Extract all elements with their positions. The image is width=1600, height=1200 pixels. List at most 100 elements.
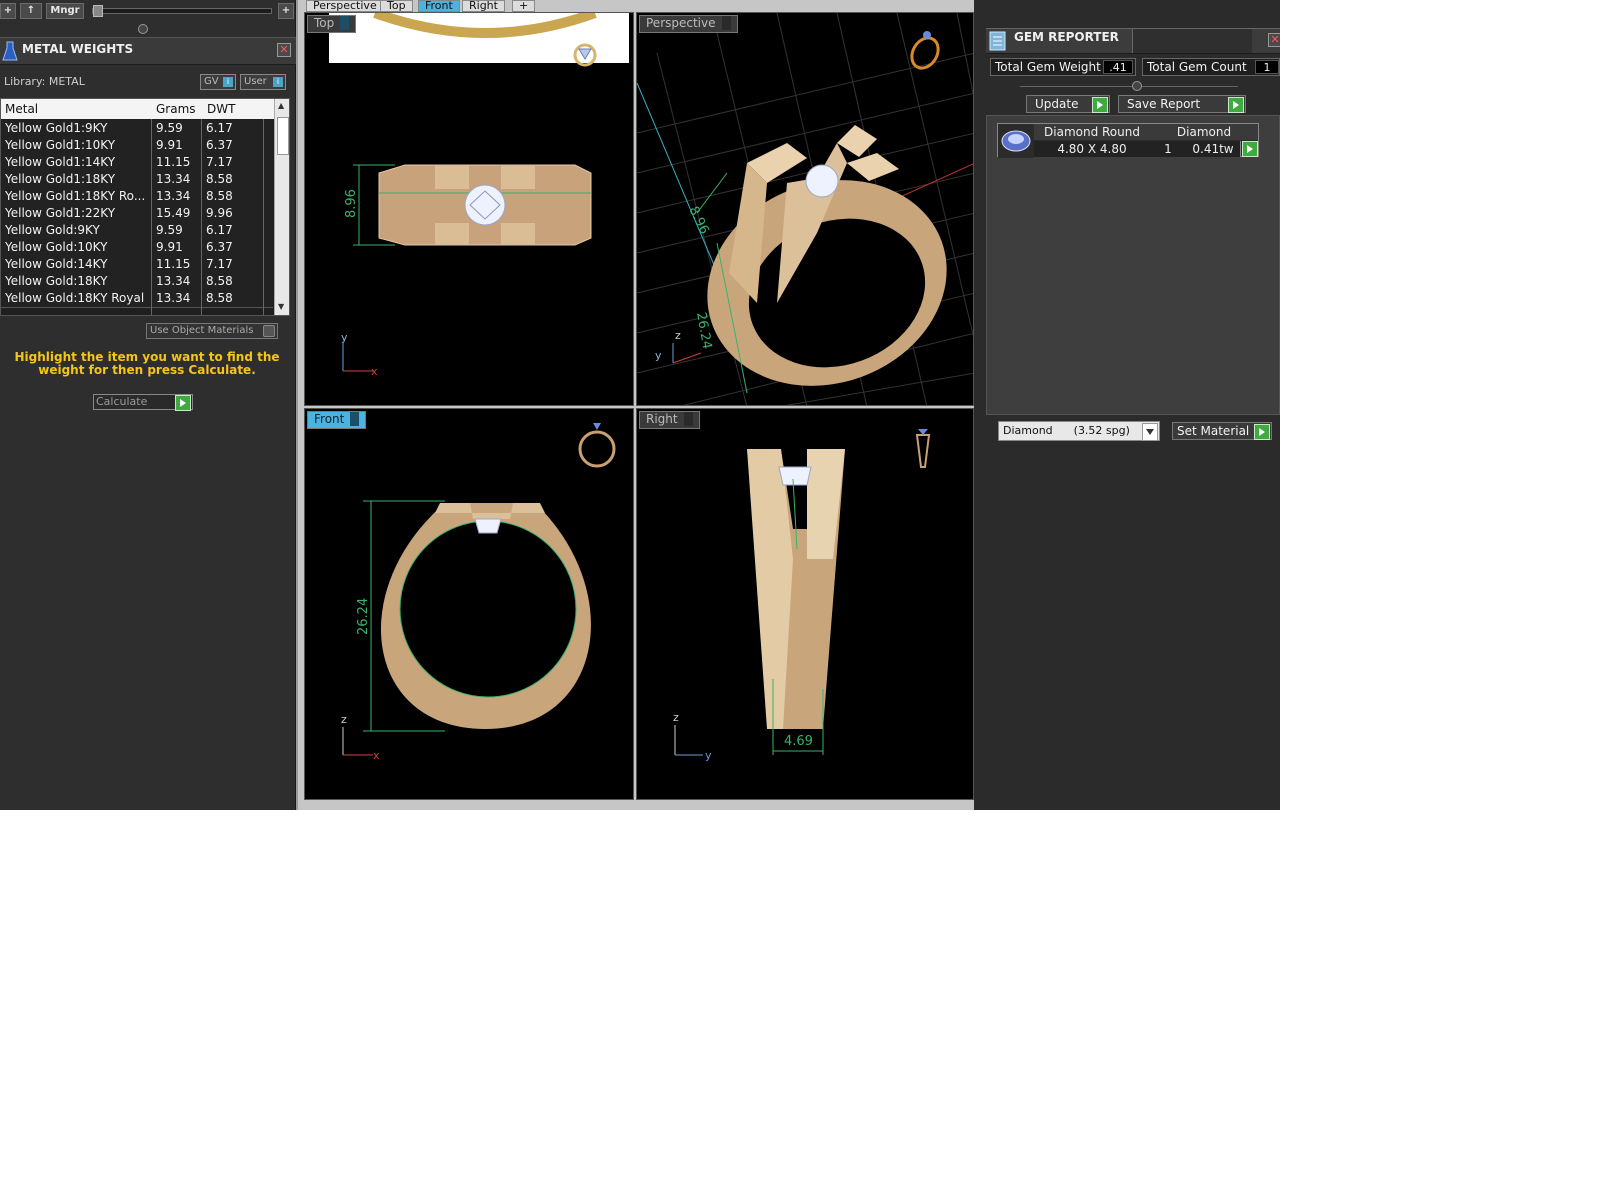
- gv-toggle[interactable]: GV i: [200, 74, 236, 90]
- gem-item[interactable]: Diamond Round Diamond 4.80 X 4.80 1 0.41…: [997, 123, 1259, 158]
- cell-metal: Yellow Gold:14KY: [5, 257, 108, 271]
- cell-metal: Yellow Gold1:10KY: [5, 138, 116, 152]
- chevron-down-icon[interactable]: [1142, 423, 1158, 441]
- table-row[interactable]: Yellow Gold1:10KY 9.91 6.37: [1, 137, 273, 155]
- viewport-label-perspective-text: Perspective: [646, 16, 716, 30]
- viewport-top[interactable]: 8.96 y x Top: [304, 12, 634, 406]
- dropdown-arrow-icon[interactable]: [350, 412, 360, 426]
- gem-weight: 0.41tw: [1186, 141, 1241, 157]
- gv-toggle-label: GV: [204, 76, 219, 87]
- play-icon: [175, 395, 191, 411]
- svg-text:z: z: [673, 711, 679, 724]
- tab-right[interactable]: Right: [462, 0, 505, 12]
- save-report-button[interactable]: Save Report: [1118, 95, 1246, 113]
- table-row[interactable]: Yellow Gold1:9KY 9.59 6.17: [1, 120, 273, 138]
- user-toggle[interactable]: User i: [240, 74, 286, 90]
- gem-count: 1: [1150, 141, 1187, 157]
- zoom-plus-button[interactable]: +: [278, 3, 294, 19]
- perspective-view-render: 8.96 26.24 zy: [637, 13, 973, 405]
- gem-reporter-title: GEM REPORTER: [1014, 30, 1119, 44]
- add-button[interactable]: +: [0, 3, 16, 19]
- top-dimension-label: 8.96: [344, 189, 359, 218]
- table-scrollbar[interactable]: ▲ ▼: [274, 99, 289, 315]
- viewport-perspective[interactable]: 8.96 26.24 zy Perspective: [636, 12, 974, 406]
- cell-metal: Yellow Gold1:18KY: [5, 172, 116, 186]
- cell-dwt: 6.17: [206, 121, 233, 135]
- viewport-label-perspective[interactable]: Perspective: [639, 15, 738, 33]
- dropdown-arrow-icon[interactable]: [340, 16, 350, 30]
- flask-icon: [2, 41, 18, 61]
- cell-grams: 13.34: [156, 291, 191, 305]
- scroll-down-icon[interactable]: ▼: [278, 302, 284, 311]
- total-gem-count-label: Total Gem Count: [1147, 60, 1247, 74]
- report-icon: [989, 31, 1006, 51]
- table-row[interactable]: Yellow Gold1:22KY 15.49 9.96: [1, 205, 273, 223]
- table-row[interactable]: Yellow Gold1:18KY 13.34 8.58: [1, 171, 273, 189]
- viewport-right[interactable]: 4.69 z y Right: [636, 408, 974, 800]
- cell-metal: Yellow Gold1:9KY: [5, 121, 108, 135]
- use-object-materials-label: Use Object Materials: [150, 325, 254, 336]
- cell-metal: Yellow Gold:9KY: [5, 223, 100, 237]
- cell-metal: Yellow Gold1:14KY: [5, 155, 116, 169]
- zoom-slider[interactable]: [92, 5, 272, 17]
- scroll-thumb[interactable]: [277, 117, 289, 155]
- close-icon[interactable]: ✕: [1268, 33, 1280, 47]
- tab-front[interactable]: Front: [418, 0, 460, 12]
- viewport-label-front[interactable]: Front: [307, 411, 367, 429]
- perspective-dimension-a: 8.96: [685, 204, 711, 237]
- dropdown-arrow-icon[interactable]: [721, 16, 731, 30]
- table-row[interactable]: Yellow Gold1:18KY Ro... 13.34 8.58: [1, 188, 273, 206]
- table-row[interactable]: Yellow Gold:18KY Royal 13.34 8.58: [1, 290, 273, 308]
- svg-text:x: x: [373, 749, 380, 762]
- column-header-grams[interactable]: Grams: [156, 102, 196, 116]
- cell-dwt: 6.37: [206, 240, 233, 254]
- viewport-front[interactable]: 26.24 z x Front: [304, 408, 634, 800]
- viewport-label-front-text: Front: [314, 412, 345, 426]
- tab-add[interactable]: +: [512, 0, 536, 12]
- gem-list: Diamond Round Diamond 4.80 X 4.80 1 0.41…: [986, 115, 1280, 415]
- user-toggle-label: User: [244, 76, 267, 87]
- dropdown-arrow-icon[interactable]: [683, 412, 693, 426]
- viewport-label-top[interactable]: Top: [307, 15, 357, 33]
- calculate-hint: Highlight the item you want to find the …: [14, 350, 280, 377]
- column-divider: [263, 119, 264, 315]
- cell-grams: 9.91: [156, 240, 183, 254]
- manager-button[interactable]: Mngr: [46, 3, 84, 19]
- cell-metal: Yellow Gold1:18KY Ro...: [5, 189, 146, 203]
- splitter-handle-icon[interactable]: [1132, 81, 1142, 91]
- gem-shape-header: Diamond Round: [1034, 124, 1151, 140]
- play-icon: [1254, 424, 1270, 440]
- toggle-icon: [263, 325, 275, 337]
- calculate-label: Calculate: [96, 395, 148, 408]
- slider-handle[interactable]: [93, 5, 103, 17]
- table-row[interactable]: Yellow Gold1:14KY 11.15 7.17: [1, 154, 273, 172]
- viewport-label-right[interactable]: Right: [639, 411, 700, 429]
- tab-top[interactable]: Top: [380, 0, 413, 12]
- use-object-materials-button[interactable]: Use Object Materials: [146, 323, 278, 339]
- svg-text:z: z: [675, 329, 681, 342]
- front-dimension-label: 26.24: [356, 598, 371, 635]
- info-icon: i: [223, 77, 233, 87]
- table-row[interactable]: Yellow Gold:9KY 9.59 6.17: [1, 222, 273, 240]
- close-icon[interactable]: ✕: [277, 43, 291, 57]
- scroll-up-icon[interactable]: ▲: [278, 101, 284, 110]
- cell-dwt: 7.17: [206, 155, 233, 169]
- table-row[interactable]: Yellow Gold:18KY 13.34 8.58: [1, 273, 273, 291]
- table-row[interactable]: Yellow Gold:10KY 9.91 6.37: [1, 239, 273, 257]
- column-divider: [201, 119, 202, 315]
- divider: [1020, 86, 1238, 87]
- tab-perspective[interactable]: Perspective: [306, 0, 384, 12]
- up-arrow-button[interactable]: ↑: [20, 3, 42, 19]
- set-material-label: Set Material: [1177, 424, 1250, 438]
- splitter-handle-icon[interactable]: [138, 24, 148, 34]
- set-material-button[interactable]: Set Material: [1172, 422, 1272, 440]
- material-select[interactable]: Diamond (3.52 spg): [998, 421, 1160, 441]
- column-header-dwt[interactable]: DWT: [207, 102, 235, 116]
- cell-grams: 11.15: [156, 155, 191, 169]
- calculate-button[interactable]: Calculate: [93, 394, 193, 411]
- column-header-metal[interactable]: Metal: [5, 102, 38, 116]
- table-row[interactable]: Yellow Gold:14KY 11.15 7.17: [1, 256, 273, 274]
- update-button[interactable]: Update: [1026, 95, 1110, 113]
- play-icon[interactable]: [1242, 141, 1258, 157]
- svg-text:y: y: [341, 331, 348, 344]
